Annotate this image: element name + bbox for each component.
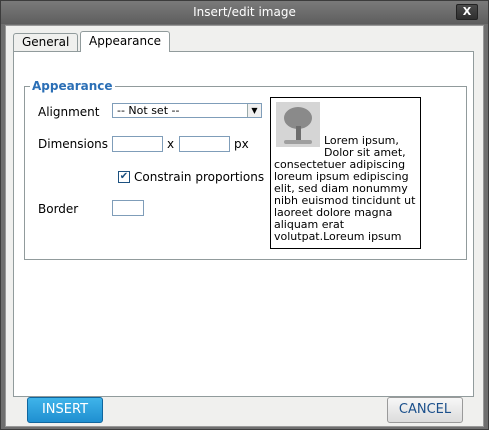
appearance-panel: Appearance Alignment -- Not set -- ▼ Dim…: [13, 51, 474, 397]
width-input[interactable]: [112, 136, 163, 152]
close-icon: X: [462, 5, 472, 18]
alignment-value: -- Not set --: [117, 104, 180, 117]
insert-edit-image-dialog: Insert/edit image X General Appearance A…: [0, 0, 489, 430]
tab-general[interactable]: General: [13, 33, 78, 51]
border-label: Border: [38, 202, 79, 216]
alignment-label: Alignment: [38, 105, 100, 119]
alignment-select[interactable]: -- Not set -- ▼: [112, 103, 262, 118]
tab-general-label: General: [22, 35, 70, 49]
dimensions-separator: x: [167, 137, 175, 151]
insert-button[interactable]: INSERT: [27, 397, 103, 423]
border-input[interactable]: [112, 200, 144, 216]
dimensions-unit: px: [234, 137, 249, 151]
image-preview: Lorem ipsum, Dolor sit amet, consectetue…: [270, 97, 421, 249]
height-input[interactable]: [179, 136, 230, 152]
dialog-titlebar: Insert/edit image X: [1, 1, 488, 24]
cancel-button[interactable]: CANCEL: [387, 397, 463, 423]
tab-appearance-label: Appearance: [89, 34, 162, 48]
tree-image-icon: [276, 102, 320, 147]
chevron-down-icon[interactable]: ▼: [247, 104, 261, 117]
insert-button-label: INSERT: [41, 402, 89, 417]
constrain-proportions-checkbox[interactable]: ✔: [118, 171, 130, 183]
tab-appearance[interactable]: Appearance: [80, 31, 170, 52]
constrain-proportions-label: Constrain proportions: [134, 170, 265, 184]
dialog-body: General Appearance Appearance Alignment …: [5, 25, 484, 427]
dialog-title: Insert/edit image: [193, 5, 296, 19]
dimensions-label: Dimensions: [38, 137, 109, 151]
appearance-legend: Appearance: [32, 79, 113, 93]
cancel-button-label: CANCEL: [398, 402, 452, 417]
close-button[interactable]: X: [456, 4, 478, 20]
